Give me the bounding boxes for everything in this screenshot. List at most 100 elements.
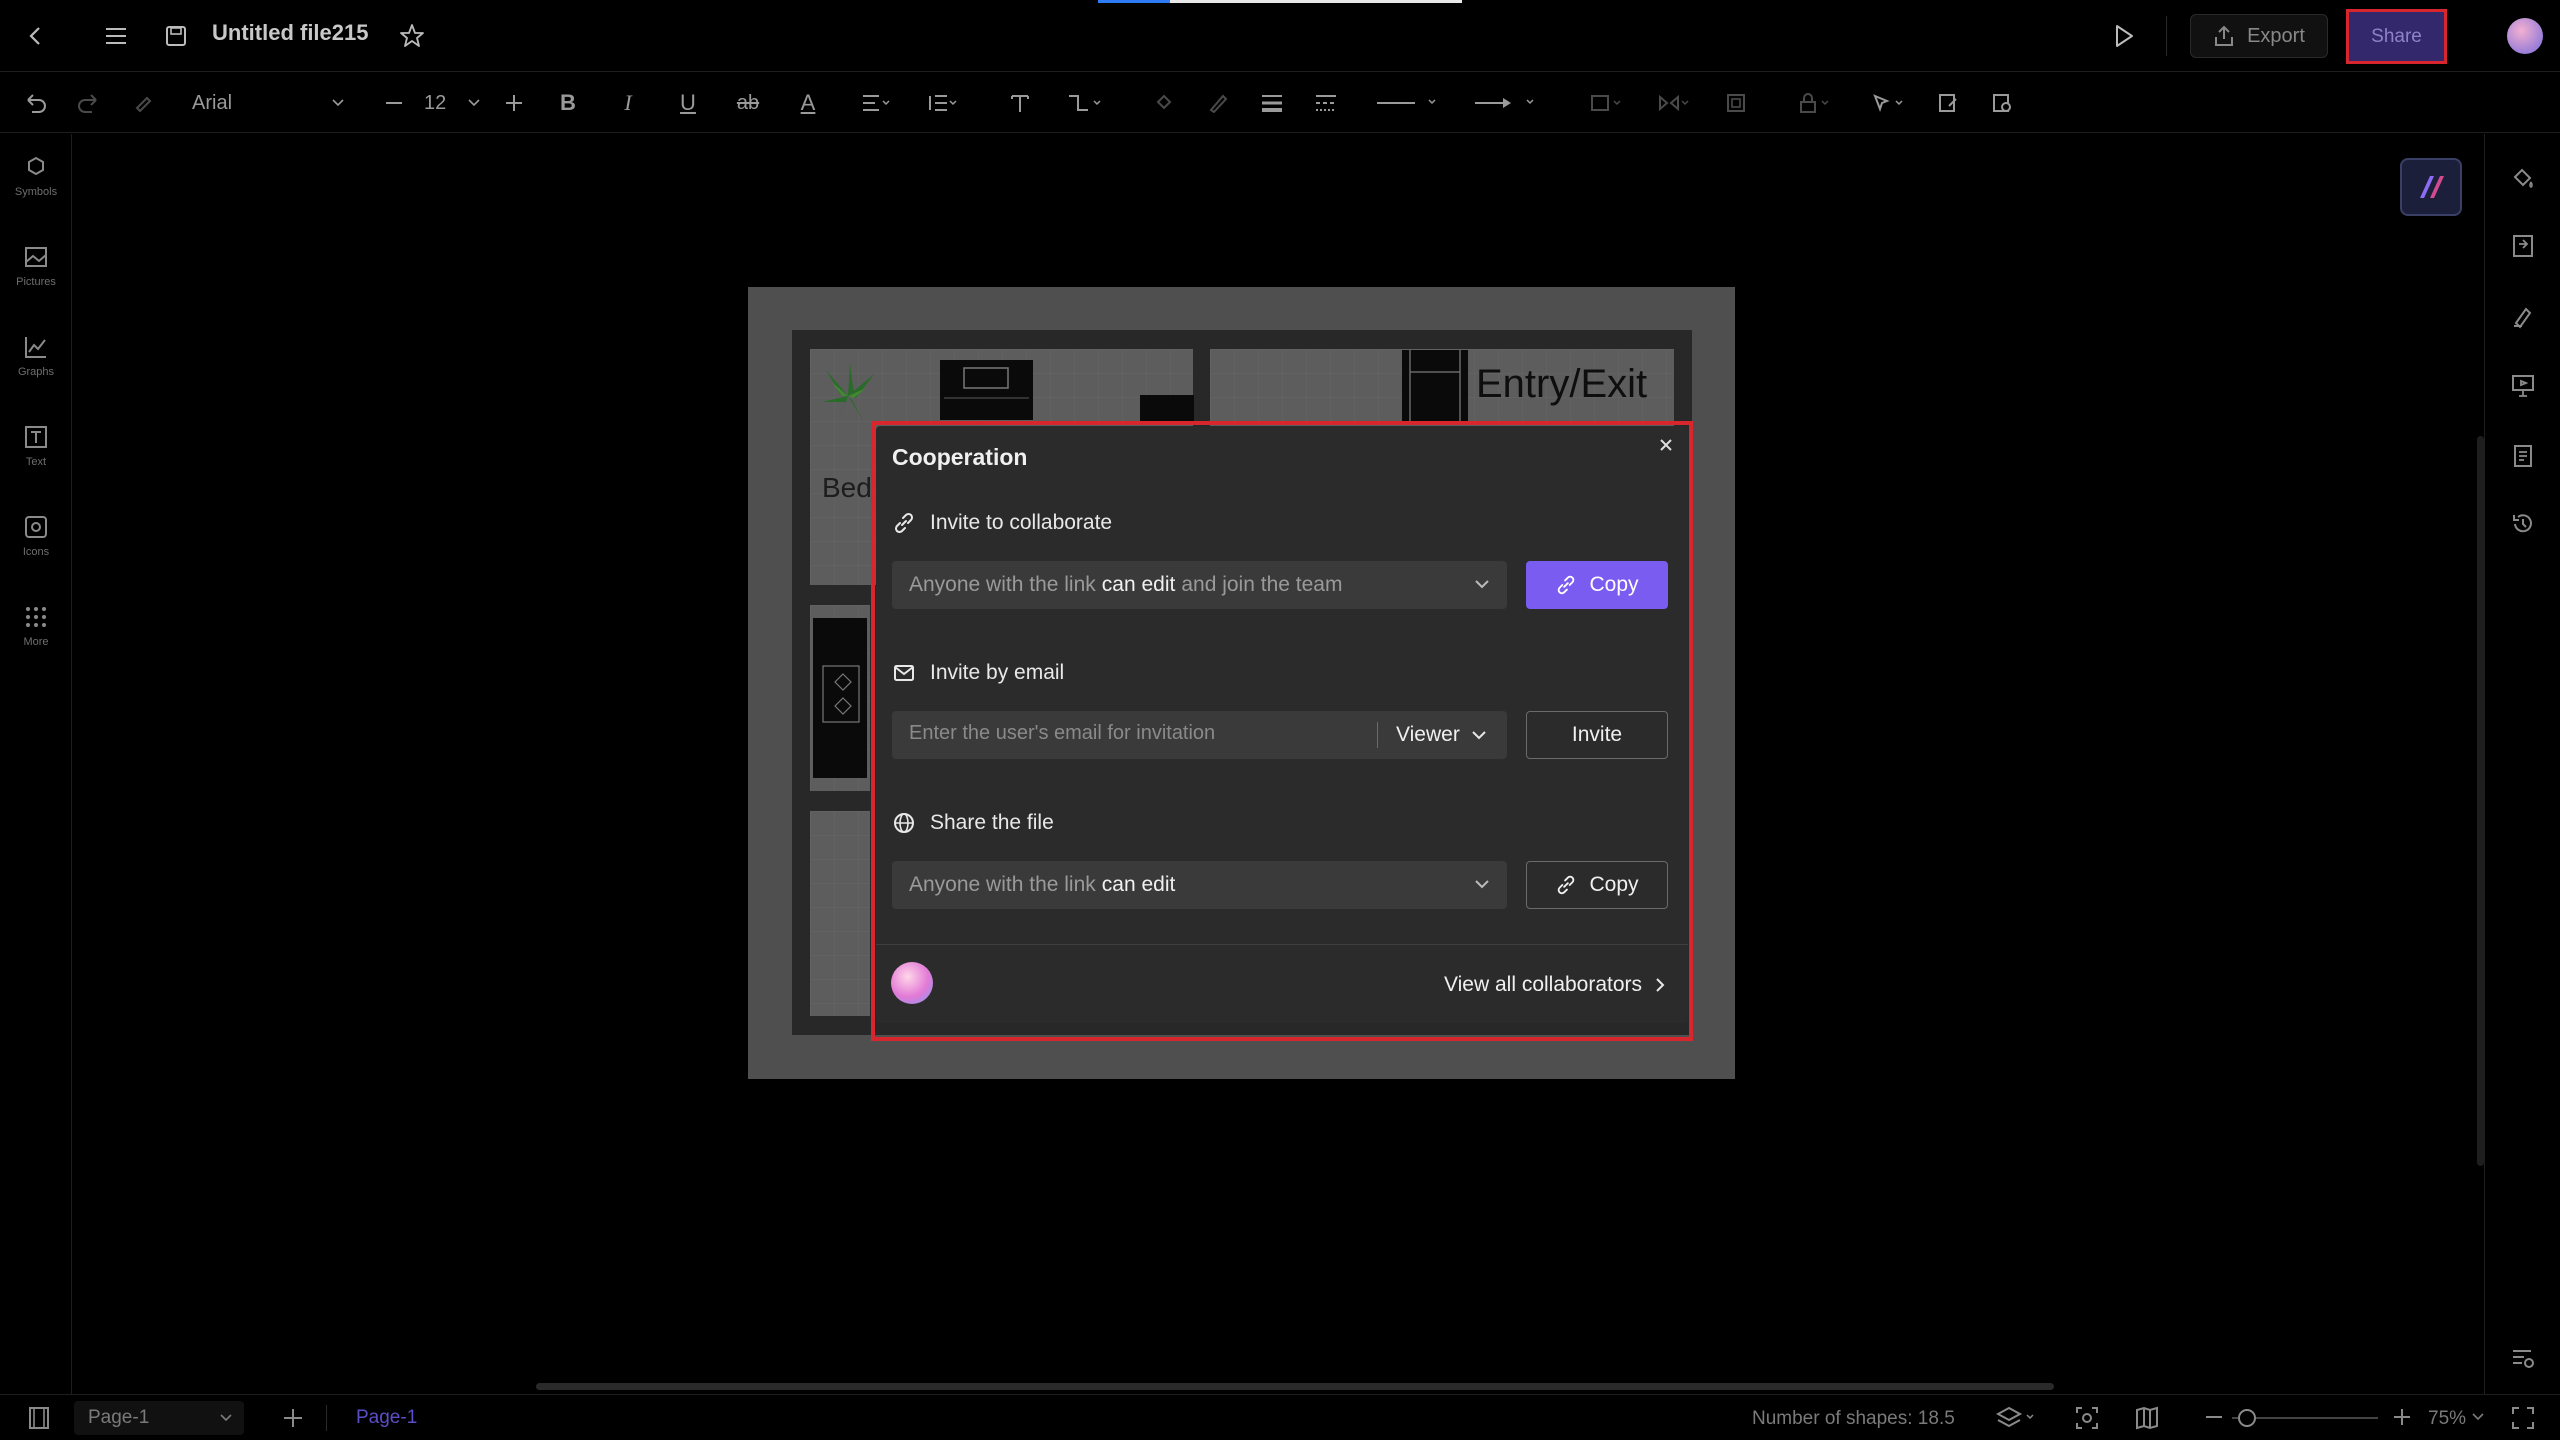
history-icon[interactable] xyxy=(2507,508,2539,540)
decrease-font-icon[interactable] xyxy=(378,83,410,123)
arrow-style-select[interactable] xyxy=(1470,83,1542,123)
mail-icon xyxy=(894,665,914,681)
link-icon xyxy=(1558,575,1575,595)
page-select[interactable]: Page-1 xyxy=(74,1401,244,1435)
line-weight-icon[interactable] xyxy=(1254,83,1290,123)
horizontal-scrollbar[interactable] xyxy=(536,1383,2054,1390)
close-icon[interactable] xyxy=(1654,433,1678,457)
book-view-icon[interactable] xyxy=(2134,1405,2160,1431)
ai-assistant-button[interactable] xyxy=(2400,158,2462,216)
dialog-title: Cooperation xyxy=(892,444,1028,470)
collab-permission-select[interactable]: Anyone with the link can edit and join t… xyxy=(892,561,1507,609)
find-replace-icon[interactable] xyxy=(1984,83,2020,123)
loading-progress-track xyxy=(1170,0,1462,3)
align-icon[interactable] xyxy=(852,83,900,123)
chevron-down-icon xyxy=(468,99,480,107)
fill-style-icon[interactable] xyxy=(2507,162,2539,194)
chevron-right-icon xyxy=(1656,978,1665,992)
back-arrow-icon[interactable] xyxy=(16,16,56,56)
file-title[interactable]: Untitled file215 xyxy=(212,20,368,46)
magic-select-icon[interactable] xyxy=(1864,83,1912,123)
share-permission-select[interactable]: Anyone with the link can edit xyxy=(892,861,1507,909)
page-setup-icon[interactable] xyxy=(2507,230,2539,262)
chevron-down-icon xyxy=(1475,880,1489,889)
notes-icon[interactable] xyxy=(2507,440,2539,472)
connector-icon[interactable] xyxy=(1056,83,1112,123)
invite-button[interactable]: Invite xyxy=(1526,711,1668,759)
underline-icon[interactable]: U xyxy=(672,83,704,123)
zoom-slider-handle[interactable] xyxy=(2238,1409,2256,1427)
menu-icon[interactable] xyxy=(96,16,136,56)
flip-icon[interactable] xyxy=(1650,83,1698,123)
sidebar-item-label: Icons xyxy=(22,546,50,558)
star-icon[interactable] xyxy=(392,16,432,56)
shadow-icon[interactable] xyxy=(1582,83,1630,123)
sidebar-item-icons[interactable]: Icons xyxy=(0,514,72,586)
copy-share-link-button[interactable]: Copy xyxy=(1526,861,1668,909)
zoom-out-icon[interactable] xyxy=(2206,1416,2222,1418)
text-tool-icon[interactable] xyxy=(1002,83,1038,123)
user-avatar[interactable] xyxy=(2507,18,2543,54)
increase-font-icon[interactable] xyxy=(498,83,530,123)
share-button[interactable]: Share xyxy=(2346,9,2447,64)
font-color-icon[interactable]: A xyxy=(790,83,826,123)
invite-collaborate-heading: Invite to collaborate xyxy=(892,508,1112,538)
vertical-scrollbar[interactable] xyxy=(2477,436,2484,1166)
export-label: Export xyxy=(2247,24,2305,47)
sidebar-item-symbols[interactable]: Symbols xyxy=(0,154,72,226)
font-size-select[interactable]: 12 xyxy=(410,85,490,121)
more-grid-icon xyxy=(26,607,46,627)
chevron-down-icon xyxy=(1472,731,1486,740)
line-spacing-icon[interactable] xyxy=(918,83,966,123)
graphs-icon xyxy=(25,337,46,358)
top-bar: Untitled file215 Export Share xyxy=(0,0,2560,72)
zoom-level[interactable]: 75% xyxy=(2428,1408,2466,1430)
group-icon[interactable] xyxy=(1718,83,1754,123)
section-label: Share the file xyxy=(930,811,1054,834)
view-all-collaborators-link[interactable]: View all collaborators xyxy=(1444,970,1666,1000)
bold-icon[interactable]: B xyxy=(552,83,584,123)
lock-icon[interactable] xyxy=(1790,83,1838,123)
sidebar-item-pictures[interactable]: Pictures xyxy=(0,244,72,316)
strikethrough-icon[interactable]: ab xyxy=(730,83,766,123)
export-button[interactable]: Export xyxy=(2190,14,2328,58)
sidebar-item-label: Pictures xyxy=(16,276,56,288)
redo-icon[interactable] xyxy=(68,83,108,123)
line-style-select[interactable] xyxy=(1372,83,1444,123)
edit-shape-icon[interactable] xyxy=(1930,83,1966,123)
presentation-icon[interactable] xyxy=(2507,370,2539,402)
save-icon[interactable] xyxy=(156,16,196,56)
add-page-icon[interactable] xyxy=(282,1407,304,1429)
copy-label: Copy xyxy=(1589,873,1639,896)
copy-invite-link-button[interactable]: Copy xyxy=(1526,561,1668,609)
format-painter-icon[interactable] xyxy=(124,83,164,123)
sidebar-item-more[interactable]: More xyxy=(0,604,72,676)
section-label: Invite to collaborate xyxy=(930,511,1113,534)
page-panel-icon[interactable] xyxy=(26,1405,52,1431)
fill-icon[interactable] xyxy=(1146,83,1182,123)
settings-list-icon[interactable] xyxy=(2507,1342,2539,1374)
chevron-down-icon[interactable] xyxy=(2472,1413,2484,1421)
select-permission: can edit xyxy=(1101,873,1176,896)
zoom-in-icon[interactable] xyxy=(2392,1407,2412,1427)
italic-icon[interactable]: I xyxy=(612,83,644,123)
format-toolbar: Arial 12 B I U ab A xyxy=(0,73,2560,133)
select-prefix: Anyone with the link xyxy=(909,873,1096,896)
focus-icon[interactable] xyxy=(2074,1405,2100,1431)
font-family-select[interactable]: Arial xyxy=(180,85,356,121)
undo-icon[interactable] xyxy=(16,83,56,123)
play-icon[interactable] xyxy=(2104,16,2144,56)
theme-brush-icon[interactable] xyxy=(2507,300,2539,332)
text-icon xyxy=(25,426,47,448)
line-dash-icon[interactable] xyxy=(1308,83,1344,123)
line-color-icon[interactable] xyxy=(1200,83,1236,123)
email-field-divider xyxy=(1377,722,1378,748)
sidebar-item-graphs[interactable]: Graphs xyxy=(0,334,72,406)
layers-icon[interactable] xyxy=(1996,1405,2040,1431)
role-select[interactable]: Viewer xyxy=(1396,711,1504,759)
collaborator-avatar[interactable] xyxy=(891,962,933,1004)
export-icon xyxy=(2215,25,2234,46)
sidebar-item-text[interactable]: Text xyxy=(0,424,72,496)
fullscreen-icon[interactable] xyxy=(2510,1405,2536,1431)
page-tab[interactable]: Page-1 xyxy=(356,1407,417,1429)
